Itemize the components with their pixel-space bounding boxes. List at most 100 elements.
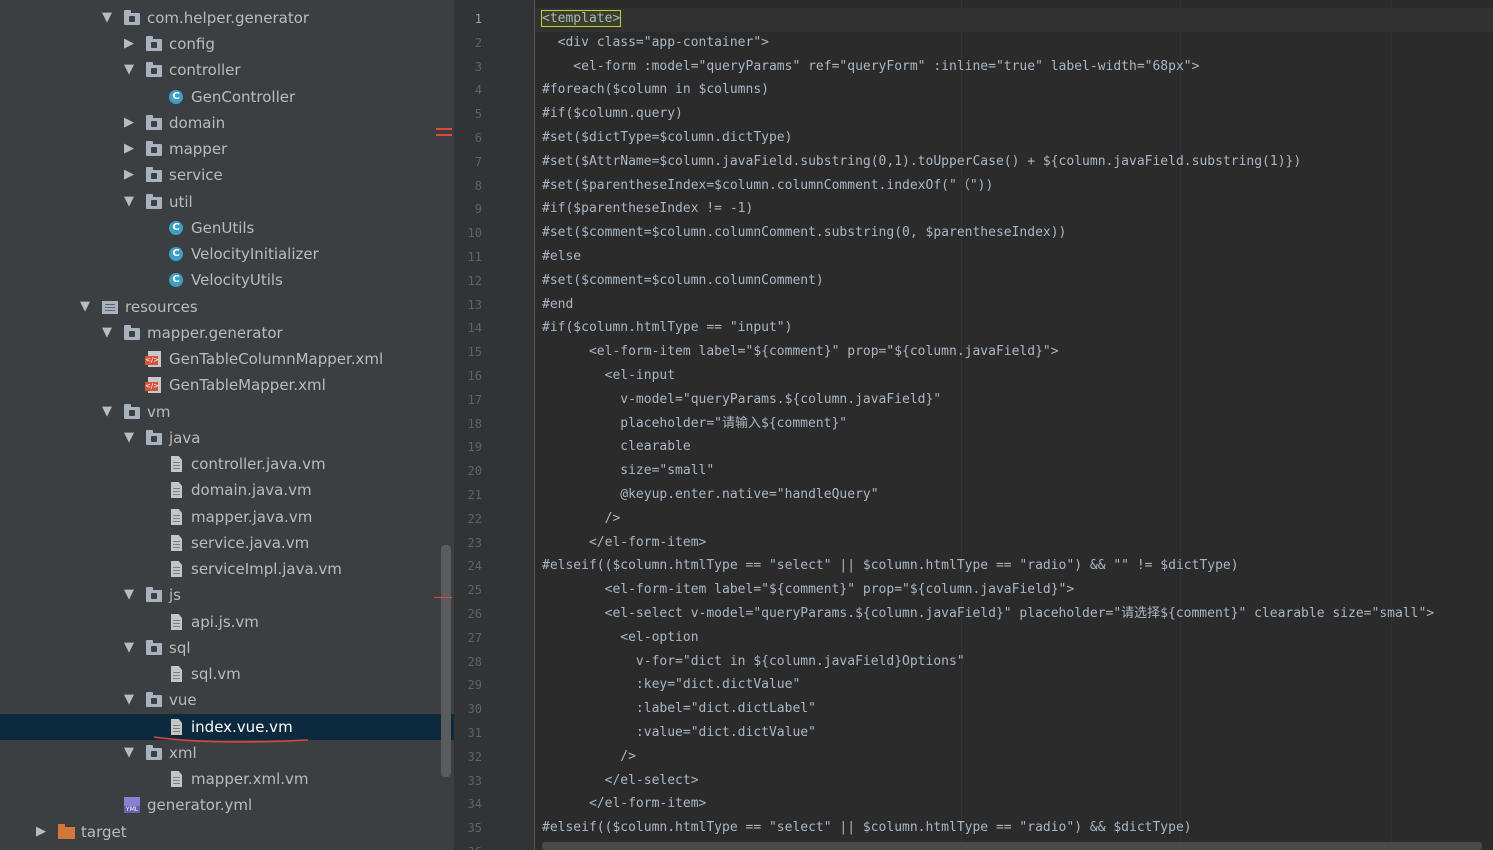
tree-item[interactable]: ▶ service — [0, 162, 454, 188]
tree-item[interactable]: ▶ config — [0, 31, 454, 57]
package-folder-icon — [146, 62, 163, 78]
code-line[interactable]: #elseif(($column.htmlType == "select" ||… — [542, 816, 1192, 840]
code-line[interactable]: :label="dict.dictLabel" — [542, 697, 816, 721]
tree-item[interactable]: ▼ vm — [0, 399, 454, 425]
tree-item[interactable]: C GenUtils — [0, 215, 454, 241]
expand-arrow-icon[interactable]: ▼ — [122, 635, 136, 661]
tree-item-label: domain — [169, 114, 226, 132]
tree-item[interactable]: sql.vm — [0, 661, 454, 687]
code-line[interactable]: <el-form-item label="${comment}" prop="$… — [542, 578, 1075, 602]
tree-item[interactable]: serviceImpl.java.vm — [0, 556, 454, 582]
tree-item[interactable]: ▼ java — [0, 425, 454, 451]
code-line[interactable]: /> — [542, 507, 621, 531]
expand-arrow-icon[interactable]: ▼ — [122, 687, 136, 713]
expand-arrow-icon[interactable]: ▼ — [100, 399, 114, 425]
expand-arrow-icon[interactable]: ▼ — [122, 740, 136, 766]
tree-item[interactable]: controller.java.vm — [0, 451, 454, 477]
expand-arrow-icon[interactable]: ▼ — [122, 425, 136, 451]
tree-scrollbar[interactable] — [441, 545, 451, 777]
tree-item[interactable]: ▶ target — [0, 819, 454, 845]
tree-item[interactable]: ▼ com.helper.generator — [0, 5, 454, 31]
tree-item[interactable]: ▼ sql — [0, 635, 454, 661]
expand-arrow-icon[interactable]: ▼ — [122, 57, 136, 83]
collapse-arrow-icon[interactable]: ▶ — [122, 162, 136, 188]
code-line[interactable]: <div class="app-container"> — [542, 31, 769, 55]
project-tree[interactable]: ▼ com.helper.generator ▶ config ▼ controller C… — [0, 0, 454, 850]
tree-item[interactable]: C VelocityUtils — [0, 267, 454, 293]
code-line[interactable]: size="small" — [542, 459, 714, 483]
expand-arrow-icon[interactable]: ▼ — [122, 189, 136, 215]
code-line[interactable]: #if($column.htmlType == "input") — [542, 316, 792, 340]
code-line[interactable]: #if($column.query) — [542, 102, 683, 126]
code-line[interactable]: :key="dict.dictValue" — [542, 673, 800, 697]
tree-item[interactable]: mapper.java.vm — [0, 504, 454, 530]
code-line[interactable]: <template> — [540, 7, 622, 31]
code-editor[interactable]: 1 2 3 4 5 6 7 8 9 10 11 12 13 14 15 16 17 18 19 20 21 22 23 24 2… — [454, 0, 1493, 850]
tree-item-label: resources — [125, 298, 198, 316]
tree-item[interactable]: C VelocityInitializer — [0, 241, 454, 267]
code-line[interactable]: #set($dictType=$column.dictType) — [542, 126, 792, 150]
tree-item[interactable]: ▼ js — [0, 582, 454, 608]
collapse-arrow-icon[interactable]: ▶ — [122, 31, 136, 57]
code-line[interactable]: #set($comment=$column.columnComment) — [542, 269, 824, 293]
tree-item[interactable]: ▶ domain — [0, 110, 454, 136]
tree-item[interactable]: ▼ vue — [0, 687, 454, 713]
tree-item[interactable]: </> GenTableColumnMapper.xml — [0, 346, 454, 372]
expand-arrow-icon[interactable]: ▼ — [100, 5, 114, 31]
tree-item[interactable]: api.js.vm — [0, 609, 454, 635]
code-line[interactable]: #foreach($column in $columns) — [542, 78, 769, 102]
line-number: 12 — [467, 273, 482, 288]
code-line[interactable]: placeholder="请输入${comment}" — [542, 412, 847, 436]
code-line[interactable]: #if($parentheseIndex != -1) — [542, 197, 753, 221]
code-line[interactable]: :value="dict.dictValue" — [542, 721, 816, 745]
tree-item[interactable]: service.java.vm — [0, 530, 454, 556]
tree-item-label: vm — [147, 403, 171, 421]
horizontal-scrollbar[interactable] — [542, 842, 1482, 850]
tree-item[interactable]: C GenController — [0, 84, 454, 110]
code-line[interactable]: @keyup.enter.native="handleQuery" — [542, 483, 878, 507]
tree-item[interactable]: ▼ resources — [0, 294, 454, 320]
tree-item[interactable]: domain.java.vm — [0, 477, 454, 503]
code-line[interactable]: #else — [542, 245, 581, 269]
code-line[interactable]: </el-select> — [542, 769, 699, 793]
code-line[interactable]: #elseif(($column.htmlType == "select" ||… — [542, 554, 1239, 578]
collapse-arrow-icon[interactable]: ▶ — [122, 136, 136, 162]
line-number: 9 — [474, 202, 482, 217]
code-line[interactable]: v-for="dict in ${column.javaField}Option… — [542, 650, 965, 674]
expand-arrow-icon[interactable]: ▼ — [100, 320, 114, 346]
tree-item-label: service — [169, 166, 223, 184]
code-line[interactable]: /> — [542, 745, 636, 769]
text-file-icon — [168, 456, 185, 472]
code-line[interactable]: v-model="queryParams.${column.javaField}… — [542, 388, 941, 412]
tree-item[interactable]: ▼ mapper.generator — [0, 320, 454, 346]
tree-item[interactable]: ▼ controller — [0, 57, 454, 83]
code-line[interactable]: <el-option — [542, 626, 698, 650]
code-line[interactable]: clearable — [542, 435, 690, 459]
code-line[interactable]: #set($AttrName=$column.javaField.substri… — [542, 150, 1301, 174]
tree-item-label: mapper — [169, 140, 228, 158]
code-line[interactable]: </el-form-item> — [542, 792, 706, 816]
code-line[interactable]: </el-form-item> — [542, 531, 706, 555]
tree-item-label: VelocityUtils — [191, 271, 283, 289]
code-line[interactable]: <el-form-item label="${comment}" prop="$… — [542, 340, 1059, 364]
tree-item-label: api.js.vm — [191, 613, 259, 631]
tree-item-label: controller — [169, 61, 241, 79]
code-line[interactable]: <el-input — [542, 364, 675, 388]
tree-item[interactable]: </> GenTableMapper.xml — [0, 372, 454, 398]
collapse-arrow-icon[interactable]: ▶ — [122, 110, 136, 136]
tree-item[interactable]: ▶ mapper — [0, 136, 454, 162]
expand-arrow-icon[interactable]: ▼ — [78, 294, 92, 320]
expand-arrow-icon[interactable]: ▼ — [122, 582, 136, 608]
code-line[interactable]: #set($parentheseIndex=$column.columnComm… — [542, 174, 993, 198]
collapse-arrow-icon[interactable]: ▶ — [34, 819, 48, 845]
code-line[interactable]: #set($comment=$column.columnComment.subs… — [542, 221, 1066, 245]
text-file-icon — [168, 509, 185, 525]
tree-item[interactable]: YML generator.yml — [0, 792, 454, 818]
line-number: 7 — [474, 154, 482, 169]
code-line[interactable]: <el-select v-model="queryParams.${column… — [542, 602, 1435, 626]
tree-item[interactable]: mapper.xml.vm — [0, 766, 454, 792]
code-line[interactable]: <el-form :model="queryParams" ref="query… — [542, 55, 1199, 79]
code-line[interactable]: #end — [542, 293, 573, 317]
annotation-marker — [436, 134, 452, 136]
tree-item[interactable]: ▼ util — [0, 189, 454, 215]
